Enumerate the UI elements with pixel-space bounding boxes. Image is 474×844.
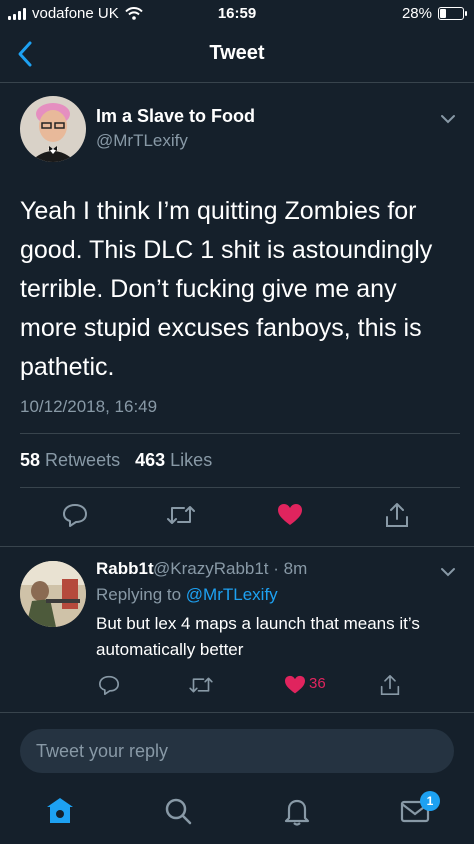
tweet-stats: 58 Retweets 463 Likes (20, 450, 212, 471)
reply-retweet-button[interactable] (186, 670, 216, 700)
reply-handle-time[interactable]: @KrazyRabb1t · 8m (153, 559, 307, 579)
reply-reply-button[interactable] (94, 670, 124, 700)
heart-icon (278, 504, 302, 525)
like-button[interactable] (275, 500, 305, 530)
reply-share-button[interactable] (375, 670, 405, 700)
search-icon[interactable] (162, 795, 194, 827)
reply-author-name[interactable]: Rabb1t (96, 559, 154, 579)
home-icon[interactable] (44, 795, 76, 827)
battery-percent: 28% (401, 5, 432, 22)
chevron-down-icon[interactable] (440, 567, 456, 577)
status-right: 28% (401, 5, 467, 22)
author-name[interactable]: Im a Slave to Food (96, 106, 255, 127)
reply-avatar[interactable] (20, 561, 86, 627)
author-avatar-image (20, 96, 86, 162)
tweet-text: Yeah I think I’m quitting Zombies for go… (20, 197, 433, 381)
reply-icon (63, 504, 87, 527)
divider (20, 433, 460, 434)
page-title: Tweet (209, 42, 265, 64)
retweet-count[interactable]: 58 (20, 450, 40, 470)
chevron-down-icon[interactable] (440, 114, 456, 124)
nav-bar: Tweet (0, 28, 474, 83)
like-count[interactable]: 463 (135, 450, 165, 470)
tweet-timestamp: 10/12/2018, 16:49 (20, 397, 158, 416)
retweet-icon (167, 506, 195, 524)
replying-to-handle[interactable]: @MrTLexify (186, 585, 278, 604)
share-icon (380, 674, 400, 695)
messages-badge: 1 (420, 791, 440, 811)
retweet-button[interactable] (166, 500, 196, 530)
author-handle[interactable]: @MrTLexify (96, 131, 188, 151)
share-icon (386, 503, 408, 527)
reply-icon (99, 675, 119, 695)
reply-button[interactable] (60, 500, 90, 530)
reply-text: But but lex 4 maps a launch that means i… (96, 614, 420, 659)
battery-fill (440, 9, 446, 18)
heart-icon (285, 675, 305, 694)
reply-input[interactable]: Tweet your reply (20, 729, 454, 773)
notifications-bell-icon[interactable] (281, 795, 313, 827)
reply-avatar-image (20, 561, 86, 627)
compose-bar: Tweet your reply 1 (0, 712, 474, 844)
replying-to: Replying to @MrTLexify (96, 585, 278, 605)
status-bar: vodafone UK 16:59 28% (0, 0, 474, 28)
reply-like-count[interactable]: 36 (309, 675, 326, 692)
retweets-label[interactable]: Retweets (45, 450, 120, 470)
likes-label[interactable]: Likes (170, 450, 212, 470)
reply-like-button[interactable] (280, 670, 310, 700)
retweet-icon (189, 677, 213, 693)
replying-to-label: Replying to (96, 585, 182, 604)
share-button[interactable] (382, 500, 412, 530)
battery-icon (438, 7, 467, 20)
author-avatar[interactable] (20, 96, 86, 162)
reply-tweet[interactable]: Rabb1t @KrazyRabb1t · 8m Replying to @Mr… (0, 546, 474, 711)
divider (20, 487, 460, 488)
